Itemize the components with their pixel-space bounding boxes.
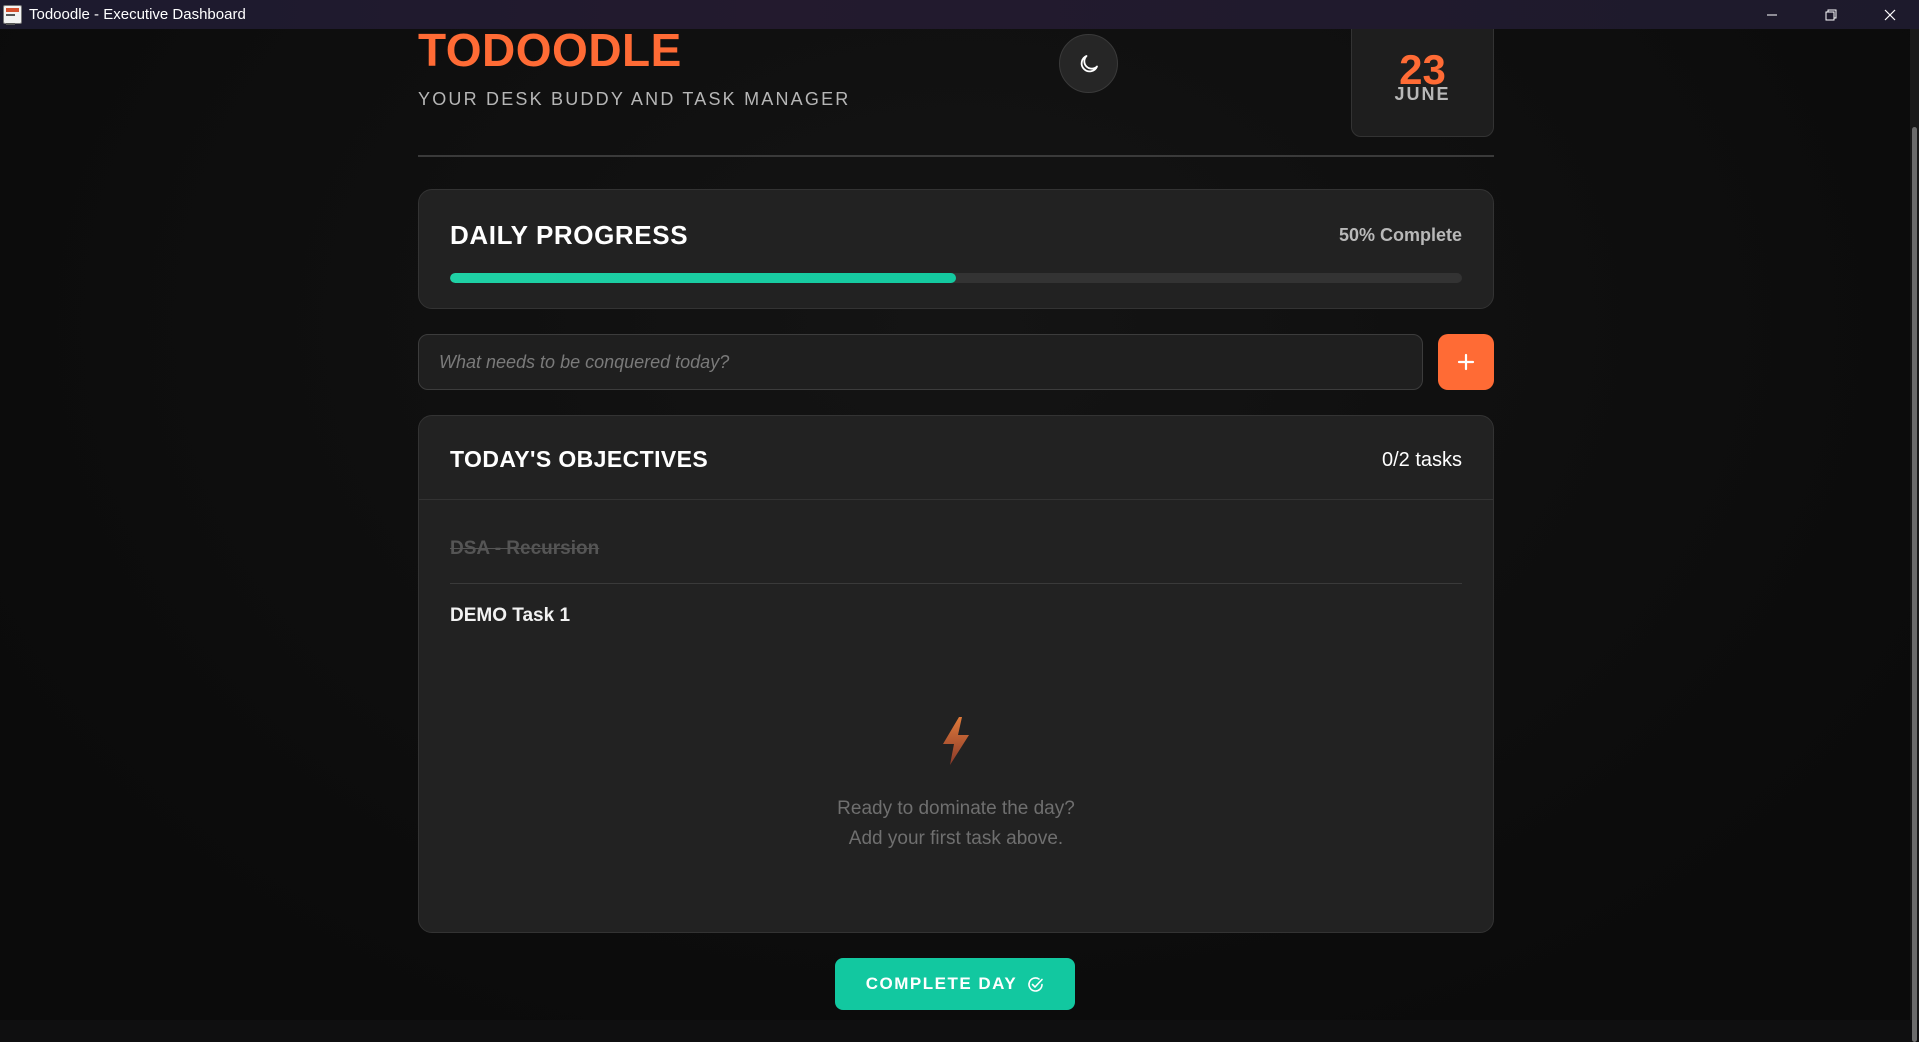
objectives-task-count: 0/2 tasks	[1381, 449, 1462, 471]
progress-bar	[450, 273, 1462, 283]
empty-state-line-2: Add your first task above.	[848, 828, 1064, 849]
window-titlebar: Todoodle - Executive Dashboard	[0, 0, 1919, 29]
restore-button[interactable]	[1801, 0, 1860, 29]
empty-state: Ready to dominate the day? Add your firs…	[419, 716, 1493, 854]
window-title: Todoodle - Executive Dashboard	[29, 6, 246, 23]
date-card: 23 JUNE	[1351, 29, 1494, 137]
app-icon	[3, 5, 22, 25]
minimize-button[interactable]	[1742, 0, 1801, 29]
restore-icon	[1825, 9, 1836, 20]
theme-toggle-button[interactable]	[1059, 34, 1118, 93]
add-task-button[interactable]	[1438, 334, 1494, 390]
objectives-title: TODAY'S OBJECTIVES	[450, 446, 709, 472]
task-item[interactable]: DEMO Task 1	[450, 605, 1462, 627]
plus-icon	[1457, 353, 1475, 371]
app-page: TODOODLE YOUR DESK BUDDY AND TASK MANAGE…	[0, 29, 1919, 1020]
scrollbar[interactable]	[1910, 29, 1919, 1042]
objectives-card: TODAY'S OBJECTIVES 0/2 tasks DSA - Recur…	[418, 415, 1494, 933]
progress-title: DAILY PROGRESS	[450, 220, 689, 250]
close-button[interactable]	[1860, 0, 1919, 29]
header-divider	[418, 155, 1494, 157]
window-controls	[1742, 0, 1919, 29]
complete-day-button[interactable]: COMPLETE DAY	[835, 958, 1075, 1010]
lightning-bolt-icon	[943, 717, 969, 765]
moon-icon	[1080, 54, 1098, 72]
close-icon	[1884, 9, 1895, 20]
scrollbar-thumb[interactable]	[1912, 127, 1917, 1042]
progress-percent-label: 50% Complete	[1338, 225, 1462, 245]
task-item-completed[interactable]: DSA - Recursion	[450, 538, 1462, 584]
date-month: JUNE	[1394, 84, 1451, 104]
progress-bar-fill	[450, 273, 956, 283]
brand-title: TODOODLE	[418, 29, 682, 76]
daily-progress-card: DAILY PROGRESS 50% Complete	[418, 189, 1494, 309]
minimize-icon	[1766, 14, 1777, 15]
empty-state-line-1: Ready to dominate the day?	[837, 798, 1075, 819]
complete-day-label: COMPLETE DAY	[865, 974, 1018, 993]
objectives-header: TODAY'S OBJECTIVES 0/2 tasks	[419, 416, 1493, 500]
brand-tagline: YOUR DESK BUDDY AND TASK MANAGER	[418, 89, 851, 109]
new-task-input[interactable]	[418, 334, 1423, 390]
check-circle-icon	[1028, 976, 1044, 992]
